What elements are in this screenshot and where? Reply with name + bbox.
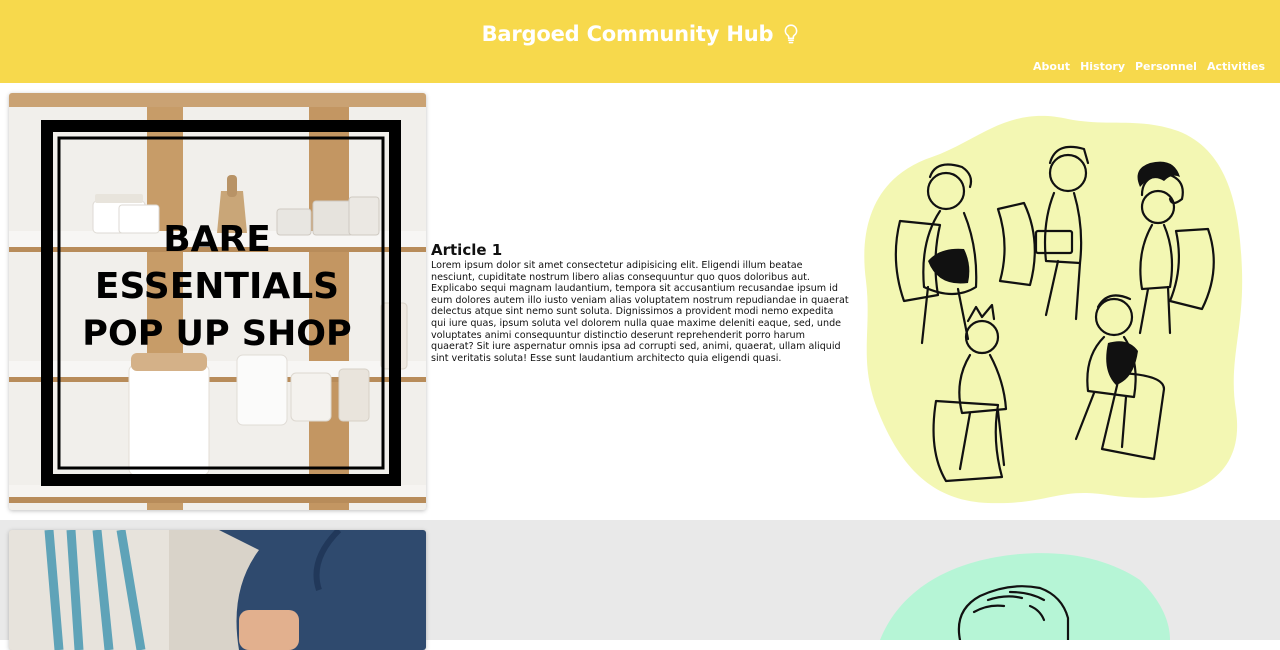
nav-link-history[interactable]: History [1080, 60, 1125, 73]
article-1-body: Lorem ipsum dolor sit amet consectetur a… [431, 260, 849, 364]
article-1: Article 1 Lorem ipsum dolor sit amet con… [431, 241, 849, 364]
site-title-text: Bargoed Community Hub [481, 22, 774, 46]
article-1-photo: BARE ESSENTIALS POP UP SHOP [9, 93, 426, 510]
poster-line-2: ESSENTIALS [95, 266, 339, 307]
poster-line-1: BARE [163, 219, 271, 260]
nav-link-activities[interactable]: Activities [1207, 60, 1265, 73]
article-2-illustration [870, 550, 1170, 642]
lightbulb-icon [784, 24, 798, 49]
nav-link-personnel[interactable]: Personnel [1135, 60, 1197, 73]
poster-line-3: POP UP SHOP [82, 314, 351, 354]
nav-link-about[interactable]: About [1033, 60, 1070, 73]
article-section-1: BARE ESSENTIALS POP UP SHOP Article 1 Lo… [0, 83, 1280, 520]
site-title: Bargoed Community Hub [0, 22, 1280, 49]
article-1-illustration [858, 111, 1250, 507]
site-header: Bargoed Community Hub About History Pers… [0, 0, 1280, 83]
article-1-title: Article 1 [431, 241, 503, 259]
main-nav: About History Personnel Activities [1033, 60, 1265, 73]
article-2-photo [9, 530, 426, 650]
article-section-2 [0, 520, 1280, 650]
